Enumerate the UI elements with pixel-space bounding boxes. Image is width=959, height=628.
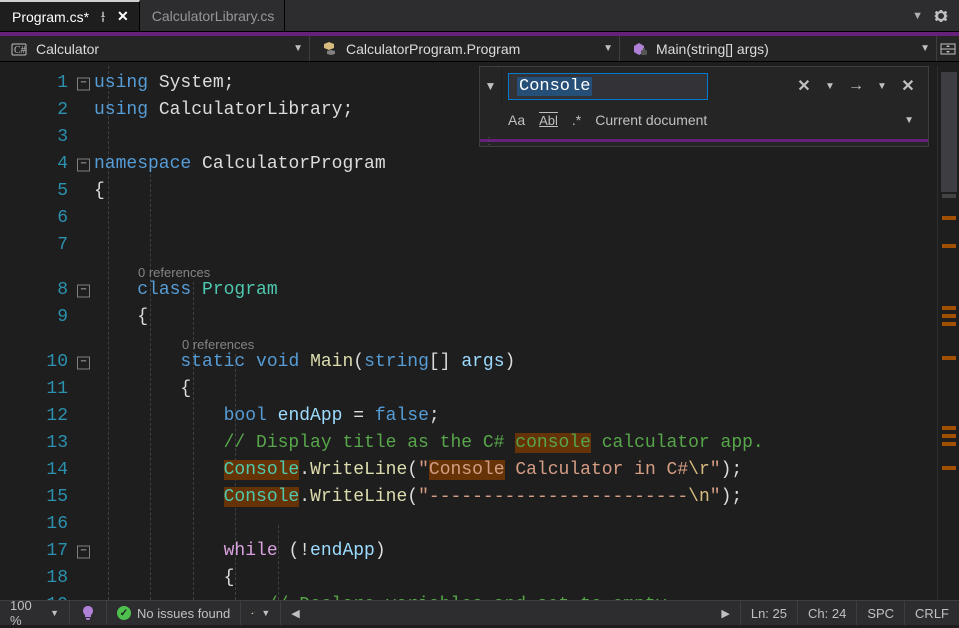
svg-text:C#: C#	[14, 45, 26, 56]
fold-icon[interactable]: −	[77, 77, 90, 90]
chevron-down-icon: ▼	[603, 43, 613, 54]
whole-word-toggle[interactable]: Abl	[539, 113, 558, 128]
build-icon[interactable]: ▼	[241, 601, 281, 625]
chevron-down-icon: ▼	[920, 43, 930, 54]
find-next-icon[interactable]: →	[846, 77, 866, 95]
tab-overflow-icon[interactable]: ▼	[912, 10, 923, 22]
fold-icon[interactable]: −	[77, 356, 90, 369]
close-icon[interactable]: ✕	[117, 8, 129, 25]
find-dismiss-icon[interactable]: ✕	[898, 76, 918, 96]
navigation-bar: C# Calculator ▼ CalculatorProgram.Progra…	[0, 32, 959, 62]
codelens-references[interactable]: 0 references	[138, 259, 210, 286]
find-widget: ▼ Console ✕ ▼ → ▼ ✕ Aa Abl .* Current do…	[479, 66, 929, 147]
status-bar: 100 %▼ ✓ No issues found ▼ ◀ ▶ Ln: 25 Ch…	[0, 600, 959, 625]
settings-gear-icon[interactable]	[933, 8, 949, 24]
method-icon	[630, 41, 648, 57]
tab-label: CalculatorLibrary.cs	[152, 8, 275, 24]
chevron-down-icon: ▼	[904, 115, 914, 126]
tab-program-cs[interactable]: Program.cs* ✕	[0, 0, 140, 31]
find-options-icon[interactable]: ▼	[872, 81, 892, 92]
tab-label: Program.cs*	[12, 9, 89, 25]
codelens-references[interactable]: 0 references	[182, 331, 254, 358]
zoom-level[interactable]: 100 %▼	[0, 601, 70, 625]
find-input[interactable]: Console	[508, 73, 708, 100]
check-icon: ✓	[117, 606, 131, 620]
vertical-scrollbar[interactable]	[937, 66, 959, 600]
nav-project-dropdown[interactable]: C# Calculator ▼	[0, 36, 310, 61]
match-case-toggle[interactable]: Aa	[508, 112, 525, 128]
find-scope-label: Current document	[595, 112, 707, 128]
find-scope-dropdown[interactable]: Current document ▼	[595, 112, 920, 128]
cursor-col[interactable]: Ch: 24	[798, 601, 857, 625]
tab-calculatorlibrary-cs[interactable]: CalculatorLibrary.cs	[140, 0, 286, 31]
csharp-icon: C#	[10, 41, 28, 57]
class-icon	[320, 41, 338, 57]
find-dropdown-icon[interactable]: ▼	[820, 81, 840, 92]
find-resize-grip[interactable]	[480, 142, 928, 146]
nav-member-dropdown[interactable]: Main(string[] args) ▼	[620, 36, 937, 61]
nav-project-label: Calculator	[36, 41, 99, 57]
nav-class-dropdown[interactable]: CalculatorProgram.Program ▼	[310, 36, 620, 61]
indent-mode[interactable]: SPC	[857, 601, 905, 625]
error-status[interactable]: ✓ No issues found	[107, 601, 241, 625]
scroll-right-icon[interactable]: ▶	[721, 607, 729, 620]
line-ending[interactable]: CRLF	[905, 601, 959, 625]
scroll-left-icon[interactable]: ◀	[291, 607, 299, 620]
cursor-line[interactable]: Ln: 25	[741, 601, 798, 625]
scrollbar-thumb[interactable]	[941, 72, 957, 192]
fold-icon[interactable]: −	[77, 545, 90, 558]
horizontal-scrollbar[interactable]: ◀ ▶	[281, 601, 741, 625]
fold-icon[interactable]: −	[77, 284, 90, 297]
find-expand-toggle[interactable]: ▼	[480, 67, 502, 105]
split-editor-icon[interactable]	[937, 41, 959, 57]
nav-class-label: CalculatorProgram.Program	[346, 41, 520, 57]
nav-member-label: Main(string[] args)	[656, 41, 769, 57]
regex-toggle[interactable]: .*	[572, 112, 581, 128]
chevron-down-icon: ▼	[293, 43, 303, 54]
pin-icon[interactable]	[97, 11, 109, 23]
tab-bar: Program.cs* ✕ CalculatorLibrary.cs ▼	[0, 0, 959, 32]
intellisense-icon[interactable]	[70, 601, 107, 625]
find-close-icon[interactable]: ✕	[794, 76, 814, 96]
fold-icon[interactable]: −	[77, 158, 90, 171]
line-number-gutter: 1− 2 3 4− 5 6 7 8− 9 10− 11 12 13 14 15 …	[0, 66, 94, 600]
